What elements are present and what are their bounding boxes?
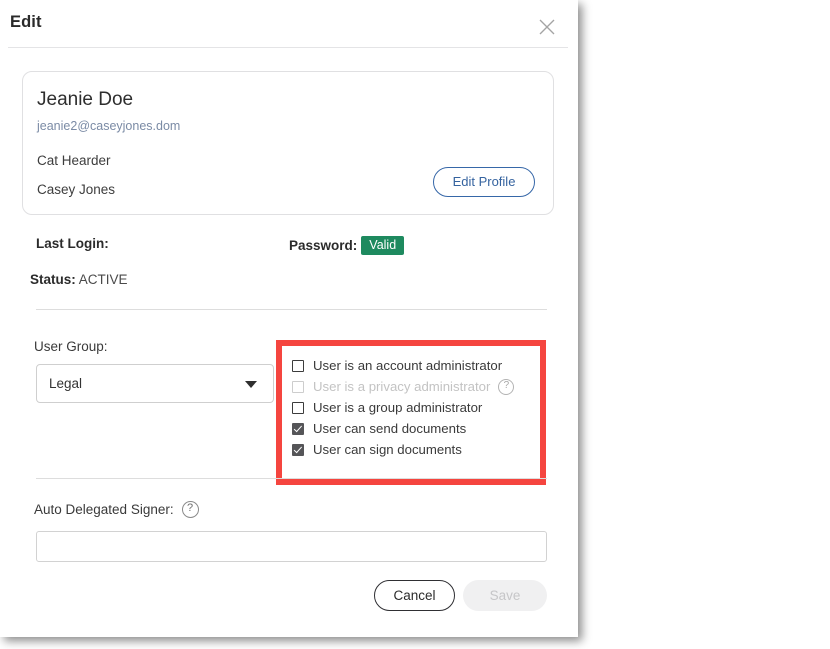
- status-value: ACTIVE: [78, 272, 128, 287]
- profile-name: Jeanie Doe: [37, 89, 134, 110]
- permissions-highlight-box: User is an account administrator User is…: [276, 340, 546, 485]
- permission-row-send-documents[interactable]: User can send documents: [292, 418, 514, 439]
- profile-role: Cat Hearder: [37, 153, 111, 168]
- auto-delegated-signer-label-group: Auto Delegated Signer: ?: [34, 501, 199, 518]
- save-button: Save: [463, 580, 547, 611]
- checkbox-group-administrator[interactable]: [292, 401, 304, 414]
- section-divider-bottom: [36, 478, 547, 479]
- cancel-button[interactable]: Cancel: [374, 580, 455, 611]
- permission-label: User can send documents: [313, 421, 467, 436]
- permission-row-account-administrator[interactable]: User is an account administrator: [292, 355, 514, 376]
- permission-row-sign-documents[interactable]: User can sign documents: [292, 439, 514, 460]
- auto-delegated-signer-label: Auto Delegated Signer:: [34, 502, 174, 517]
- help-icon[interactable]: ?: [498, 378, 515, 395]
- checkbox-privacy-administrator: [292, 380, 304, 393]
- modal-header: Edit: [0, 0, 578, 48]
- profile-email: jeanie2@caseyjones.dom: [37, 119, 181, 133]
- edit-user-modal: Edit Jeanie Doe jeanie2@caseyjones.dom C…: [0, 0, 578, 637]
- password-label: Password:: [289, 238, 358, 253]
- page-title: Edit: [10, 13, 42, 31]
- permission-label: User can sign documents: [313, 442, 462, 457]
- close-icon[interactable]: [538, 18, 556, 36]
- status-label: Status:: [30, 272, 76, 287]
- auto-delegated-signer-input[interactable]: [36, 531, 547, 562]
- section-divider-top: [36, 309, 547, 310]
- profile-card: Jeanie Doe jeanie2@caseyjones.dom Cat He…: [22, 71, 554, 215]
- last-login-row: Last Login:: [36, 236, 109, 251]
- password-row: Password: Valid: [289, 236, 405, 255]
- permission-label: User is a group administrator: [313, 400, 483, 415]
- checkbox-send-documents[interactable]: [292, 422, 304, 435]
- header-divider: [8, 47, 568, 48]
- user-group-selected-value: Legal: [49, 376, 83, 391]
- status-badge: Valid: [361, 236, 405, 255]
- chevron-down-icon: [245, 381, 257, 388]
- permission-row-group-administrator[interactable]: User is a group administrator: [292, 397, 514, 418]
- permission-label: User is an account administrator: [313, 358, 503, 373]
- permission-label: User is a privacy administrator: [313, 379, 491, 394]
- help-icon[interactable]: ?: [181, 501, 199, 518]
- edit-profile-button[interactable]: Edit Profile: [433, 167, 535, 197]
- last-login-label: Last Login:: [36, 236, 109, 251]
- status-row: Status: ACTIVE: [30, 272, 128, 287]
- checkbox-account-administrator[interactable]: [292, 359, 304, 372]
- user-group-dropdown[interactable]: Legal: [36, 364, 274, 403]
- permissions-list: User is an account administrator User is…: [292, 355, 515, 460]
- checkbox-sign-documents[interactable]: [292, 443, 304, 456]
- profile-company: Casey Jones: [37, 182, 116, 197]
- permission-row-privacy-administrator: User is a privacy administrator ?: [292, 376, 515, 397]
- user-group-label: User Group:: [34, 339, 108, 354]
